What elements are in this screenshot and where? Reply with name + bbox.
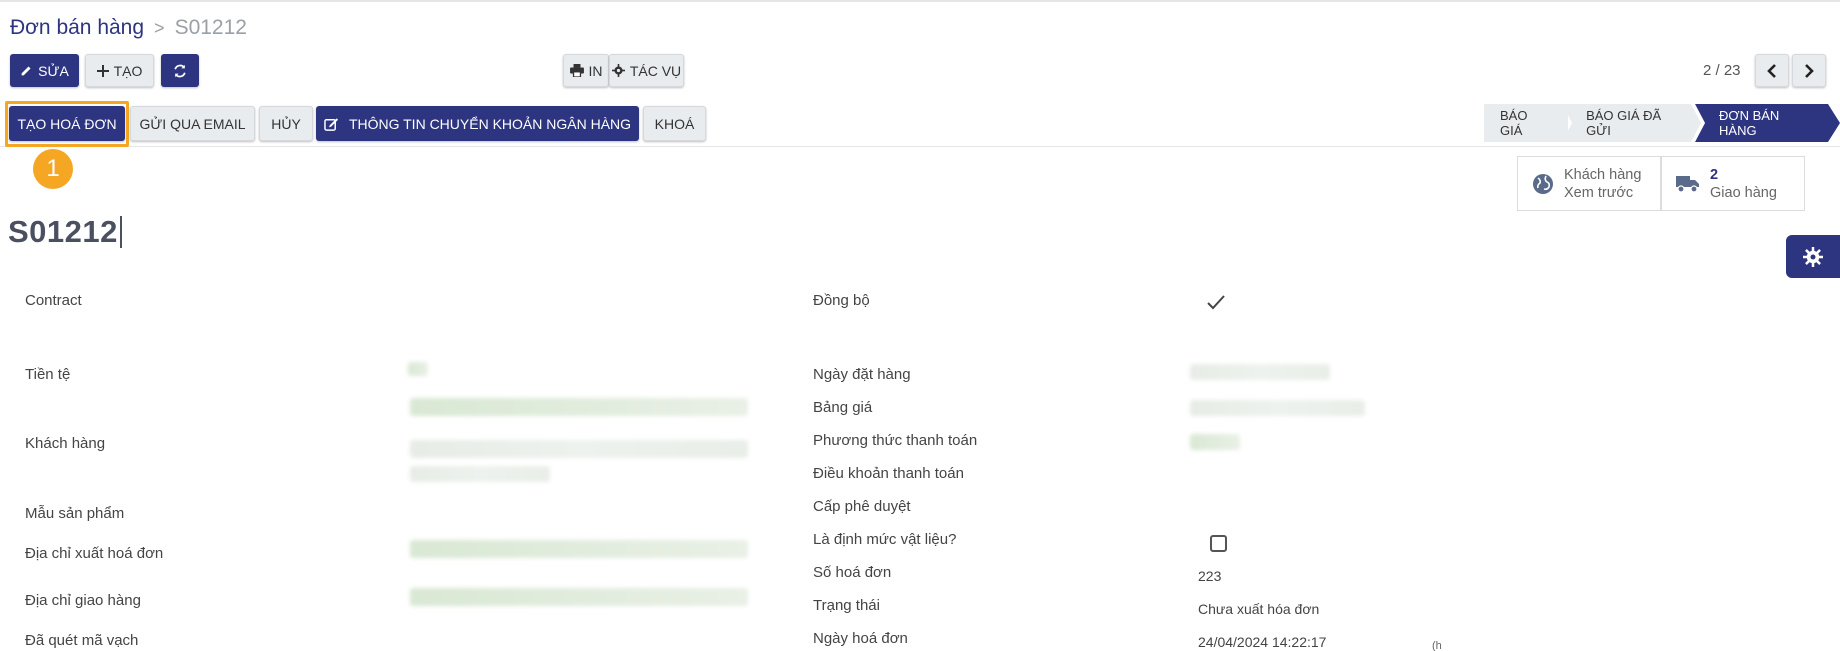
floating-settings-button[interactable] [1786, 235, 1840, 278]
send-email-button[interactable]: GỬI QUA EMAIL [130, 106, 255, 141]
edit-button-label: SỬA [38, 62, 69, 79]
create-button-label: TẠO [113, 62, 143, 79]
status-stages: BÁO GIÁ BÁO GIÁ ĐÃ GỬI ĐƠN BÁN HÀNG [1484, 104, 1840, 142]
pencil-icon [21, 66, 31, 76]
create-button[interactable]: TẠO [85, 54, 154, 87]
gear-icon [611, 64, 625, 77]
chevron-left-icon [1767, 63, 1776, 78]
blurred-delivery-address-value[interactable] [410, 588, 748, 606]
text-caret [119, 216, 122, 248]
lock-button[interactable]: KHOÁ [643, 106, 706, 141]
action-button-label: TÁC VỤ [629, 62, 682, 79]
label-delivery-address: Địa chỉ giao hàng [25, 592, 141, 609]
label-currency: Tiền tệ [25, 366, 71, 383]
is-bom-checkbox[interactable] [1210, 535, 1227, 552]
record-title[interactable]: S01212 [8, 214, 122, 250]
invoice-number-value: 223 [1198, 568, 1222, 584]
blurred-invoice-address-value[interactable] [410, 540, 748, 558]
record-name: S01212 [8, 214, 118, 249]
edit-note-icon [324, 117, 338, 131]
blurred-field [410, 398, 748, 416]
label-order-date: Ngày đặt hàng [813, 366, 911, 383]
cancel-button[interactable]: HỦY [259, 106, 313, 141]
blurred-pricelist-value[interactable] [1190, 400, 1365, 416]
bank-info-button[interactable]: THÔNG TIN CHUYỂN KHOẢN NGÂN HÀNG [316, 106, 639, 141]
label-pricelist: Bảng giá [813, 399, 873, 416]
customer-preview-text: Khách hàng Xem trước [1564, 166, 1641, 202]
print-button[interactable]: IN [563, 54, 609, 87]
globe-icon [1533, 173, 1553, 194]
breadcrumb: Đơn bán hàng > S01212 [10, 16, 247, 40]
pager-counter: 2 / 23 [1703, 62, 1741, 79]
gear-icon [1803, 246, 1823, 267]
pager-next-button[interactable] [1792, 54, 1826, 87]
breadcrumb-current: S01212 [174, 16, 247, 39]
customer-preview-button[interactable]: Khách hàng Xem trước [1517, 156, 1661, 211]
stage-quotation[interactable]: BÁO GIÁ [1484, 104, 1569, 142]
customer-preview-line2: Xem trước [1564, 184, 1634, 201]
blurred-customer-value[interactable] [410, 440, 748, 458]
send-email-label: GỬI QUA EMAIL [139, 115, 246, 132]
status-value: Chưa xuất hóa đơn [1198, 601, 1320, 617]
blurred-customer-value-line2 [410, 466, 550, 482]
print-button-label: IN [588, 62, 603, 79]
delivery-text: 2 Giao hàng [1710, 166, 1777, 202]
stage-sales-order[interactable]: ĐƠN BÁN HÀNG [1695, 104, 1840, 142]
step-badge: 1 [33, 149, 73, 189]
highlight-box [5, 101, 129, 147]
label-invoice-address: Địa chỉ xuất hoá đơn [25, 545, 164, 562]
breadcrumb-separator: > [154, 17, 165, 38]
label-payment-terms: Điều khoản thanh toán [813, 465, 964, 482]
customer-preview-line1: Khách hàng [1564, 166, 1642, 183]
cancel-label: HỦY [271, 115, 301, 132]
truck-icon [1676, 175, 1699, 193]
label-barcode-scanned: Đã quét mã vạch [25, 632, 139, 649]
refresh-button[interactable] [161, 54, 199, 87]
pager-prev-button[interactable] [1755, 54, 1789, 87]
label-payment-method: Phương thức thanh toán [813, 432, 978, 449]
label-invoice-date: Ngày hoá đơn [813, 630, 908, 647]
delivery-label: Giao hàng [1710, 184, 1777, 201]
bank-info-label: THÔNG TIN CHUYỂN KHOẢN NGÂN HÀNG [348, 115, 632, 132]
lock-label: KHOÁ [654, 115, 695, 132]
label-contract: Contract [25, 292, 82, 309]
chevron-right-icon [1805, 63, 1814, 78]
delivery-count: 2 [1710, 166, 1719, 183]
label-sync: Đồng bộ [813, 292, 870, 309]
label-is-bom: Là định mức vật liệu? [813, 531, 957, 548]
label-product-template: Mẫu sản phẩm [25, 505, 125, 522]
stage-quotation-sent[interactable]: BÁO GIÁ ĐÃ GỬI [1562, 104, 1701, 142]
label-approval-level: Cấp phê duyệt [813, 498, 911, 515]
label-invoice-number: Số hoá đơn [813, 564, 892, 581]
print-icon [569, 64, 584, 77]
delivery-button[interactable]: 2 Giao hàng [1661, 156, 1805, 211]
blurred-currency-value [408, 362, 428, 376]
action-button[interactable]: TÁC VỤ [609, 54, 684, 87]
breadcrumb-parent-link[interactable]: Đơn bán hàng [10, 16, 144, 40]
blurred-payment-method-value[interactable] [1190, 434, 1240, 450]
top-border [0, 0, 1840, 2]
refresh-icon [174, 64, 186, 77]
plus-icon [96, 64, 109, 77]
invoice-date-value: 24/04/2024 14:22:17 [1198, 634, 1327, 650]
trailing-text: (h [1432, 640, 1442, 651]
blurred-order-date-value[interactable] [1190, 364, 1330, 380]
label-status: Trạng thái [813, 597, 880, 614]
checkmark-icon [1207, 295, 1225, 310]
edit-button[interactable]: SỬA [10, 54, 79, 87]
label-customer: Khách hàng [25, 435, 106, 452]
